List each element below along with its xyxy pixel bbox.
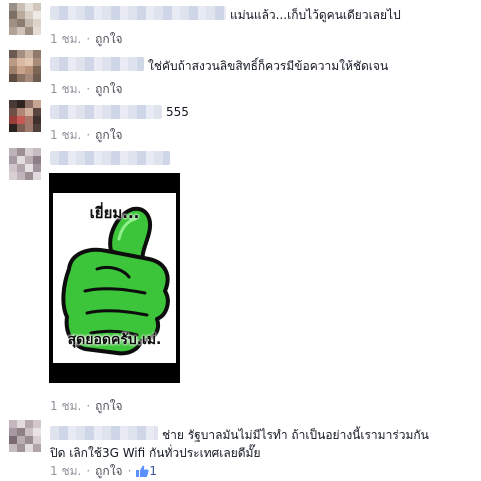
like-link[interactable]: ถูกใจ bbox=[95, 399, 122, 413]
image-caption-top: เยี่ยม... bbox=[89, 204, 140, 222]
like-count-number: 1 bbox=[149, 464, 158, 478]
commenter-name[interactable] bbox=[50, 105, 162, 119]
comment-timestamp[interactable]: 1 ชม. bbox=[50, 464, 81, 478]
like-link[interactable]: ถูกใจ bbox=[95, 128, 122, 142]
separator: · bbox=[86, 82, 91, 96]
separator: · bbox=[86, 128, 91, 142]
avatar[interactable] bbox=[9, 148, 41, 180]
avatar[interactable] bbox=[9, 420, 41, 452]
separator: · bbox=[86, 464, 91, 478]
thumbs-up-icon bbox=[136, 465, 149, 480]
commenter-name[interactable] bbox=[50, 6, 226, 20]
commenter-name[interactable] bbox=[50, 426, 158, 440]
comment-text-line-2: ปิด เลิกใช้3G Wifi กันทั่วประเทศเลยดีมั๊… bbox=[50, 446, 261, 460]
comment-text: 555 bbox=[166, 105, 189, 119]
like-link[interactable]: ถูกใจ bbox=[95, 82, 122, 96]
separator: · bbox=[86, 399, 91, 413]
separator: · bbox=[127, 464, 132, 478]
comment-text: ใช่คับถ้าสงวนลิขสิทธิ์ก็ควรมีข้อความให้ช… bbox=[148, 59, 389, 73]
commenter-name[interactable] bbox=[50, 151, 170, 165]
comment-timestamp[interactable]: 1 ชม. bbox=[50, 32, 81, 46]
commenter-name[interactable] bbox=[50, 57, 144, 71]
comment-timestamp[interactable]: 1 ชม. bbox=[50, 128, 81, 142]
avatar[interactable] bbox=[9, 100, 41, 132]
like-link[interactable]: ถูกใจ bbox=[95, 32, 122, 46]
avatar[interactable] bbox=[9, 3, 41, 35]
separator: · bbox=[86, 32, 91, 46]
like-link[interactable]: ถูกใจ bbox=[95, 464, 122, 478]
comment-image[interactable]: เยี่ยม... สุดยอดครับ.เม่. bbox=[49, 173, 180, 383]
comment-text-line-1: ช่าย รัฐบาลมันไม่มีไรทำ ถ้าเป็นอย่างนี้เ… bbox=[162, 428, 429, 442]
comment-timestamp[interactable]: 1 ชม. bbox=[50, 82, 81, 96]
avatar[interactable] bbox=[9, 50, 41, 82]
comment-text: แม่นแล้ว...เก็บไว้ดูคนเดียวเลยไป bbox=[230, 8, 401, 22]
comment-timestamp[interactable]: 1 ชม. bbox=[50, 399, 81, 413]
like-count[interactable]: 1 bbox=[136, 464, 157, 478]
image-caption-bottom: สุดยอดครับ.เม่. bbox=[67, 332, 162, 348]
